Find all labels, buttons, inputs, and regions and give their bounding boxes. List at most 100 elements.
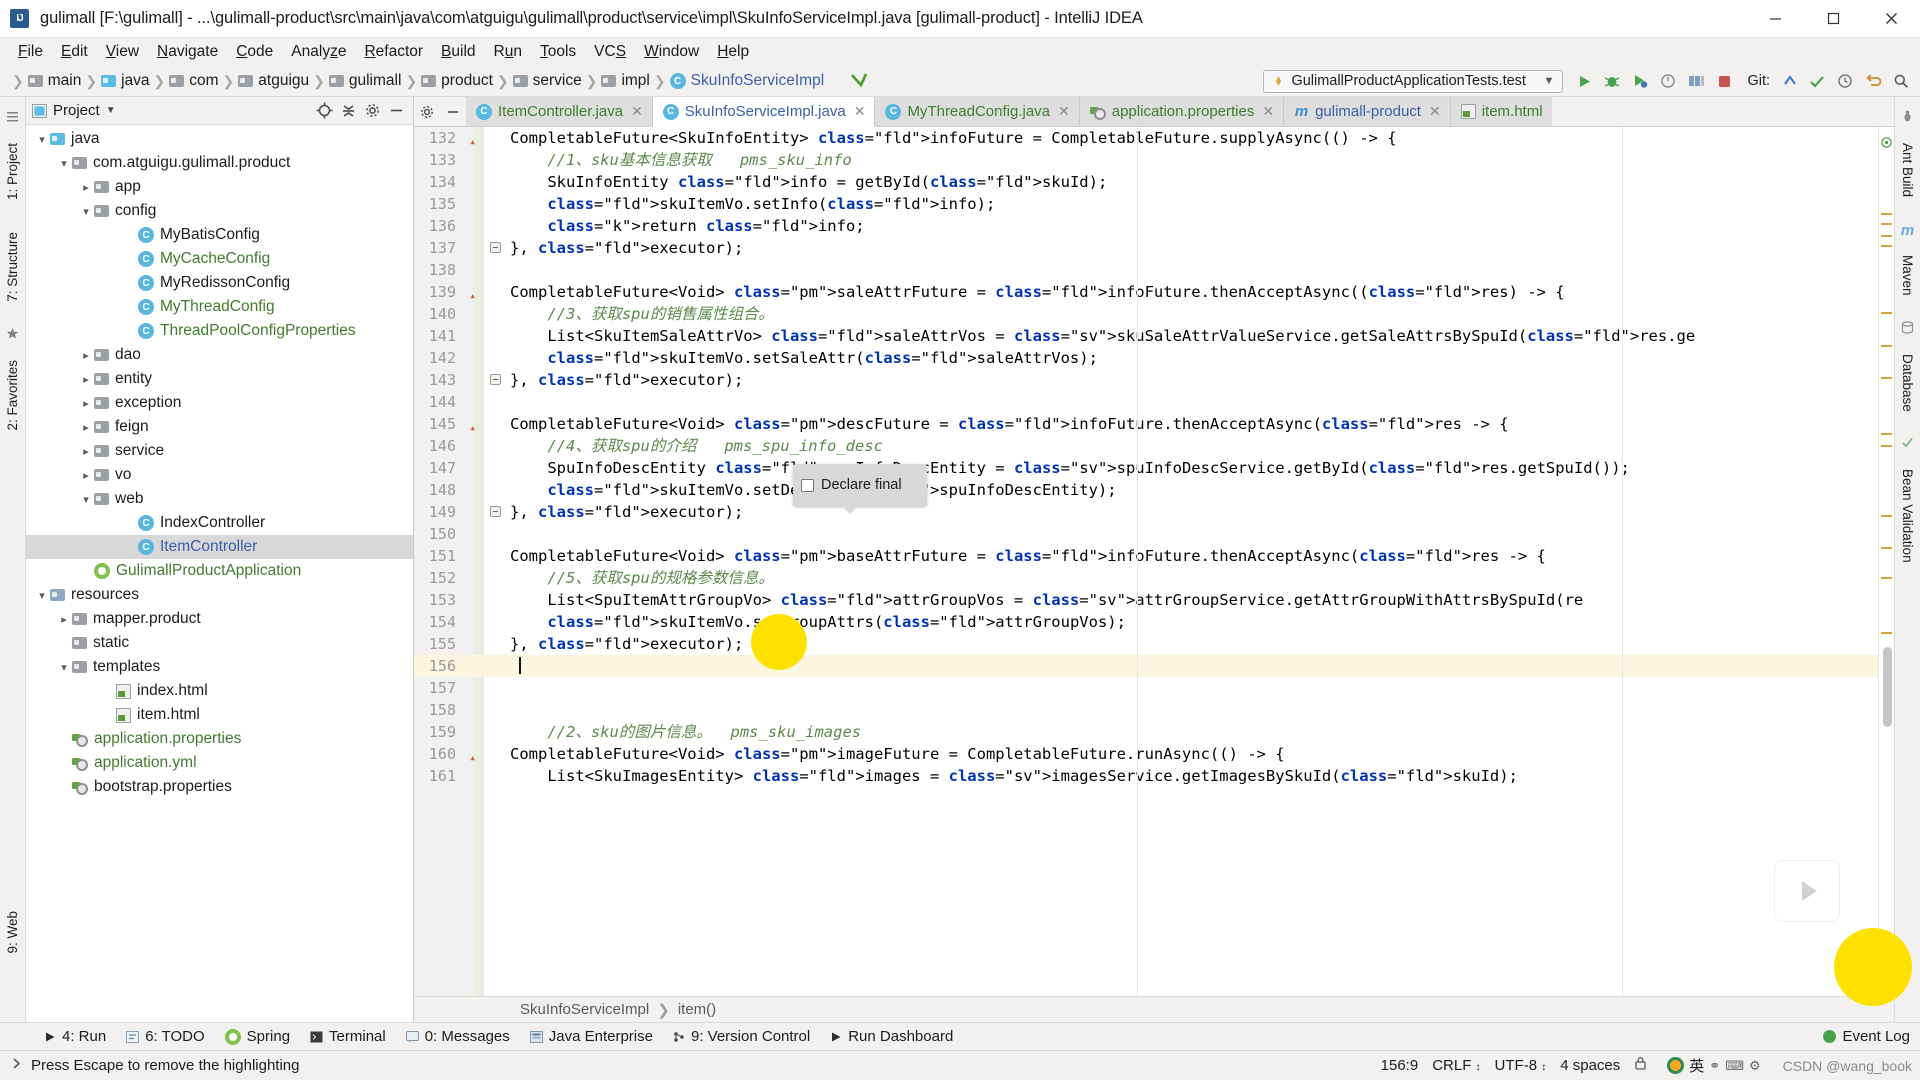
menu-run[interactable]: Run xyxy=(485,41,531,63)
tree-node[interactable]: MyBatisConfig xyxy=(26,223,413,247)
tree-node[interactable]: ▾ java xyxy=(26,127,413,151)
code-line[interactable]: List<SpuItemAttrGroupVo> class="fld">att… xyxy=(502,589,1878,611)
collapse-arrow-icon[interactable]: ▸ xyxy=(78,469,94,482)
sidebar-item-bean-validation[interactable]: Bean Validation xyxy=(1897,461,1918,571)
bottom-item-java-enterprise[interactable]: Java Enterprise xyxy=(520,1026,663,1047)
ime-keyboard-icon[interactable]: ⌨ xyxy=(1725,1058,1744,1074)
tree-node[interactable]: static xyxy=(26,631,413,655)
breadcrumb-method[interactable]: item() xyxy=(678,1001,716,1018)
menu-file[interactable]: File xyxy=(9,41,52,63)
line-number[interactable]: 151 xyxy=(414,545,502,567)
tab-close-icon[interactable]: ✕ xyxy=(854,103,866,120)
tree-node[interactable]: ▸ mapper.product xyxy=(26,607,413,631)
collapse-arrow-icon[interactable]: ▸ xyxy=(78,445,94,458)
tab-sku-info-service-impl[interactable]: SkuInfoServiceImpl.java ✕ xyxy=(652,97,876,127)
line-number[interactable]: 138 xyxy=(414,259,502,281)
sidebar-item-favorites[interactable]: 2: Favorites xyxy=(2,352,23,439)
sidebar-item-structure[interactable]: 7: Structure xyxy=(2,224,23,310)
line-number[interactable]: 150 xyxy=(414,523,502,545)
line-number[interactable]: 144 xyxy=(414,391,502,413)
event-log-label[interactable]: Event Log xyxy=(1842,1028,1910,1045)
toolwindow-menu-icon[interactable] xyxy=(6,110,19,128)
tree-node[interactable]: ▾ config xyxy=(26,199,413,223)
panel-settings-icon[interactable] xyxy=(361,100,383,122)
expand-arrow-icon[interactable]: ▾ xyxy=(78,205,94,218)
line-number[interactable]: 149 xyxy=(414,501,502,523)
code-line[interactable] xyxy=(502,677,1878,699)
tree-node[interactable]: ItemController xyxy=(26,535,413,559)
run-with-coverage-button[interactable] xyxy=(1627,69,1653,94)
code-line[interactable]: class="fld">skuItemVo.setGroupAttrs(clas… xyxy=(502,611,1878,633)
code-line[interactable] xyxy=(502,523,1878,545)
code-line[interactable]: //5、获取spu的规格参数信息。 xyxy=(502,567,1878,589)
tabs-settings-icon[interactable] xyxy=(414,97,440,126)
search-everywhere-icon[interactable] xyxy=(1888,69,1914,94)
sidebar-item-maven[interactable]: Maven xyxy=(1897,247,1918,304)
code-line[interactable]: //1、sku基本信息获取 pms_sku_info xyxy=(502,149,1878,171)
menu-help[interactable]: Help xyxy=(708,41,758,63)
line-number[interactable]: 142 xyxy=(414,347,502,369)
sidebar-item-web[interactable]: 9: Web xyxy=(2,903,23,962)
debug-button[interactable] xyxy=(1599,69,1625,94)
menu-analyze[interactable]: Analyze xyxy=(282,41,355,63)
code-line[interactable]: CompletableFuture<SkuInfoEntity> class="… xyxy=(502,127,1878,149)
build-project-button[interactable] xyxy=(1683,69,1709,94)
scroll-from-source-icon[interactable] xyxy=(313,100,335,122)
line-number[interactable]: 137 xyxy=(414,237,502,259)
collapse-arrow-icon[interactable]: ▸ xyxy=(78,181,94,194)
expand-arrow-icon[interactable]: ▾ xyxy=(34,133,50,146)
code-line[interactable] xyxy=(502,391,1878,413)
tabs-hide-icon[interactable] xyxy=(440,97,466,126)
collapse-arrow-icon[interactable]: ▸ xyxy=(78,397,94,410)
menu-view[interactable]: View xyxy=(97,41,148,63)
tree-node[interactable]: application.properties xyxy=(26,727,413,751)
tab-item-controller[interactable]: ItemController.java ✕ xyxy=(466,97,653,126)
bottom-item-messages[interactable]: 0: Messages xyxy=(396,1026,520,1047)
status-nav-icon[interactable] xyxy=(10,1057,23,1075)
code-line[interactable]: class="fld">skuItemVo.setInfo(class="fld… xyxy=(502,193,1878,215)
maximize-button[interactable] xyxy=(1804,0,1862,37)
bottom-item-version-control[interactable]: 9: Version Control xyxy=(663,1026,820,1047)
ant-build-icon[interactable] xyxy=(1901,110,1914,128)
line-number[interactable]: 154 xyxy=(414,611,502,633)
line-number[interactable]: 158 xyxy=(414,699,502,721)
menu-tools[interactable]: Tools xyxy=(531,41,585,63)
line-number[interactable]: 141 xyxy=(414,325,502,347)
code-fold-icon[interactable] xyxy=(490,506,501,517)
collapse-arrow-icon[interactable]: ▸ xyxy=(56,613,72,626)
project-tree[interactable]: ▾ java ▾ com.atguigu.gulimall.product ▸ app ▾ c… xyxy=(26,125,413,1022)
tree-node[interactable]: MyCacheConfig xyxy=(26,247,413,271)
code-line[interactable]: CompletableFuture<Void> class="pm">descF… xyxy=(502,413,1878,435)
git-commit-icon[interactable] xyxy=(1804,69,1830,94)
breadcrumb-gulimall[interactable]: ❯ gulimall xyxy=(309,72,401,90)
code-line[interactable] xyxy=(502,259,1878,281)
ime-indicator[interactable]: 英 ⚭ ⌨ ⚙ xyxy=(1661,1055,1761,1076)
line-number[interactable]: 159 xyxy=(414,721,502,743)
stop-button[interactable] xyxy=(1711,69,1737,94)
line-number[interactable]: 143 xyxy=(414,369,502,391)
caret-position[interactable]: 156:9 xyxy=(1381,1057,1419,1074)
line-number[interactable]: 139 ▴ xyxy=(414,281,502,303)
line-number[interactable]: 134 xyxy=(414,171,502,193)
vertical-scrollbar-thumb[interactable] xyxy=(1883,647,1892,727)
code-line[interactable]: CompletableFuture<Void> class="pm">saleA… xyxy=(502,281,1878,303)
code-line[interactable]: class="fld">skuItemVo.setDesc(class="fld… xyxy=(502,479,1878,501)
code-line[interactable]: List<SkuItemSaleAttrVo> class="fld">sale… xyxy=(502,325,1878,347)
line-number[interactable]: 157 xyxy=(414,677,502,699)
minimize-button[interactable] xyxy=(1746,0,1804,37)
expand-arrow-icon[interactable]: ▾ xyxy=(56,661,72,674)
code-line[interactable] xyxy=(502,655,1878,677)
git-update-icon[interactable] xyxy=(1776,69,1802,94)
lock-icon[interactable] xyxy=(1634,1056,1647,1076)
tree-node[interactable]: MyRedissonConfig xyxy=(26,271,413,295)
line-number[interactable]: 160 ▴ xyxy=(414,743,502,765)
code-line[interactable]: class="k">return class="fld">info; xyxy=(502,215,1878,237)
indent-setting[interactable]: 4 spaces xyxy=(1560,1057,1620,1074)
code-line[interactable]: }, class="fld">executor); xyxy=(502,633,1878,655)
breadcrumb-service[interactable]: ❯ service xyxy=(493,72,582,90)
line-number[interactable]: 146 xyxy=(414,435,502,457)
line-separator[interactable]: CRLF ↕ xyxy=(1432,1057,1480,1074)
bottom-item-terminal[interactable]: Terminal xyxy=(300,1026,396,1047)
sidebar-item-database[interactable]: Database xyxy=(1897,346,1918,420)
sidebar-item-project[interactable]: 1: Project xyxy=(2,135,23,208)
